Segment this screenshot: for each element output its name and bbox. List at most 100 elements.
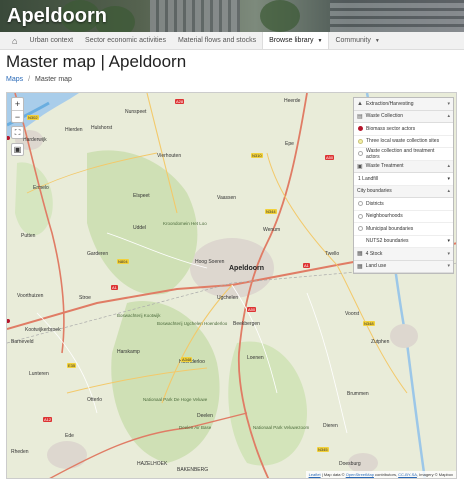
place-label: Voorst — [345, 311, 360, 317]
layer-group-land-use[interactable]: ▦ Land use ▾ — [354, 260, 453, 273]
road-shield: A12 — [43, 417, 53, 422]
road-shield: A28 — [175, 99, 185, 104]
zoom-out-button[interactable]: − — [12, 110, 23, 122]
layer-item-label: Waste collection and treatment actors — [365, 147, 435, 160]
nav-sector-economic-activities[interactable]: Sector economic activities — [79, 32, 172, 49]
place-label: Deelen — [197, 413, 213, 419]
breadcrumb-maps-link[interactable]: Maps — [6, 76, 23, 83]
nav-community[interactable]: Community ▼ — [329, 32, 385, 49]
nav-community-label: Community — [335, 37, 371, 44]
attribution-text: , Imagery © Mapbox — [416, 472, 453, 477]
layer-group-label: Extraction/Harvesting — [365, 100, 414, 107]
layer-item-waste-actors[interactable]: Waste collection and treatment actors — [354, 148, 453, 161]
save-icon[interactable]: ▣ — [11, 143, 24, 156]
road-shield: A50 — [325, 155, 335, 160]
map-canvas[interactable]: Nunspeet Hierden Hulshorst Harderwijk He… — [6, 92, 457, 479]
breadcrumb-separator: / — [28, 76, 31, 83]
chevron-down-icon: ▾ — [447, 250, 450, 257]
park-label: Nationaal Park De Hoge Veluwe — [143, 397, 208, 402]
main-nav: ⌂ Urban context Sector economic activiti… — [0, 32, 464, 50]
osm-link[interactable]: OpenStreetMap — [346, 472, 374, 477]
caret-down-icon: ▼ — [374, 37, 380, 44]
nav-urban-context[interactable]: Urban context — [23, 32, 79, 49]
land-use-icon: ▦ — [357, 263, 363, 270]
layer-item-biomass[interactable]: Biomass sector actors — [354, 123, 453, 136]
home-icon[interactable]: ⌂ — [6, 32, 23, 49]
place-label: Wenum — [263, 227, 281, 233]
layer-item-nuts2[interactable]: NUTS2 boundaries ▾ — [354, 236, 453, 248]
layer-group-label: Waste Treatment — [365, 163, 404, 170]
road-shield: N344 — [265, 209, 277, 214]
place-label: Harderwijk — [23, 137, 47, 143]
layer-item-label: Neighbourhoods — [366, 213, 403, 220]
road-shield: N348 — [363, 321, 375, 326]
radio-icon — [358, 201, 363, 207]
nav-material-flows[interactable]: Material flows and stocks — [172, 32, 262, 49]
place-label: Stroe — [79, 295, 91, 301]
nav-browse-library[interactable]: Browse library ▼ — [262, 32, 330, 49]
place-label: Zutphen — [371, 339, 390, 345]
chevron-down-icon: ▾ — [447, 263, 450, 270]
layer-group-label: Land use — [365, 263, 387, 270]
attribution-text: contributors, — [373, 472, 399, 477]
chevron-down-icon: ▾ — [447, 100, 450, 107]
road-shield: A348 — [181, 357, 193, 362]
place-label: Doesburg — [339, 461, 361, 467]
place-label: Hulshorst — [91, 125, 113, 131]
site-header: Apeldoorn — [0, 0, 464, 32]
layer-item-label: 1 Landfill — [358, 175, 379, 182]
extraction-icon: ▲ — [357, 100, 363, 107]
layer-item-districts[interactable]: Districts — [354, 198, 453, 211]
place-label: Elspeet — [133, 193, 150, 199]
zoom-in-button[interactable]: + — [12, 98, 23, 110]
place-label: Lunteren — [29, 371, 49, 377]
layer-group-label: City boundaries — [357, 188, 392, 195]
place-label: Uddel — [133, 225, 147, 231]
breadcrumb: Maps / Master map — [0, 72, 464, 92]
road-shield: N310 — [251, 153, 263, 158]
park-label: Boswachterij Ugchelen Hoenderloo — [157, 321, 228, 326]
layer-group-waste-collection[interactable]: ▤ Waste Collection ▴ — [354, 110, 453, 123]
leaflet-link[interactable]: Leaflet — [309, 472, 321, 477]
radio-icon — [358, 226, 363, 232]
road-shield: N345 — [317, 447, 329, 452]
place-label: Loenen — [247, 355, 264, 361]
layer-item-waste-sites[interactable]: Three local waste collection sites — [354, 136, 453, 148]
layers-panel: ▲ Extraction/Harvesting ▾ ▤ Waste Collec… — [353, 97, 454, 274]
place-label: Twello — [325, 251, 340, 257]
site-title[interactable]: Apeldoorn — [0, 0, 464, 28]
chevron-up-icon: ▴ — [447, 113, 450, 120]
road-shield: A1 — [303, 263, 310, 268]
place-label: Nunspeet — [125, 109, 147, 115]
layer-item-municipal[interactable]: Municipal boundaries — [354, 223, 453, 236]
radio-icon — [358, 213, 363, 219]
layer-item-label: Three local waste collection sites — [366, 138, 440, 145]
place-label: Hoog Soeren — [195, 259, 225, 265]
layer-item-neighbourhoods[interactable]: Neighbourhoods — [354, 211, 453, 223]
radio-icon — [358, 151, 363, 157]
layer-group-waste-treatment[interactable]: ▣ Waste Treatment ▴ — [354, 160, 453, 173]
place-label: Putten — [21, 233, 36, 239]
license-link[interactable]: CC-BY-SA — [398, 472, 417, 477]
layer-group-extraction[interactable]: ▲ Extraction/Harvesting ▾ — [354, 98, 453, 111]
chevron-up-icon: ▴ — [447, 188, 450, 195]
waste-treatment-icon: ▣ — [357, 163, 363, 170]
road-shield: N804 — [117, 259, 129, 264]
place-label: Ugchelen — [217, 295, 239, 301]
fullscreen-icon[interactable]: ⛶ — [11, 126, 24, 139]
stock-icon: ▦ — [357, 251, 363, 258]
place-label: Hierden — [65, 127, 83, 133]
park-label: Kroondomein Het Loo — [163, 221, 207, 226]
layer-group-stock[interactable]: ▦ 4 Stock ▾ — [354, 248, 453, 261]
place-label: Garderen — [87, 251, 109, 257]
layer-item-landfill[interactable]: 1 Landfill ▾ — [354, 173, 453, 186]
layer-marker — [358, 138, 363, 144]
park-label: Nationaal Park Veluwezoom — [253, 425, 310, 430]
layer-item-label: Districts — [366, 200, 384, 207]
place-label: Ede — [65, 433, 74, 439]
map-attribution: Leaflet | Map data © OpenStreetMap contr… — [305, 471, 456, 478]
place-label: HAZELHOEK — [137, 461, 168, 467]
layer-group-city-boundaries[interactable]: City boundaries ▴ — [354, 185, 453, 198]
place-label: BAKENBERG — [177, 467, 209, 473]
place-label: Vaassen — [217, 195, 237, 201]
